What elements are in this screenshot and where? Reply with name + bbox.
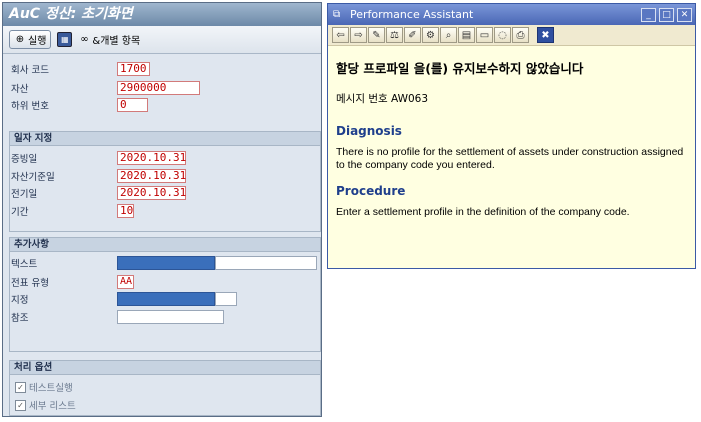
grid-icon[interactable]: ▦ [57, 32, 73, 47]
text-label: 텍스트 [11, 259, 38, 270]
tag-icon[interactable]: ▭ [476, 27, 493, 43]
assignment-row: 지정 [11, 291, 237, 307]
asset-value-date-input[interactable]: 2020.10.31 [117, 169, 186, 183]
asset-row: 자산 2900000 [11, 80, 200, 96]
execute-button[interactable]: ⊕ 실행 [9, 30, 52, 49]
procedure-text: Enter a settlement profile in the defini… [336, 206, 630, 218]
diagnosis-text: There is no profile for the settlement o… [336, 146, 684, 171]
period-input[interactable]: 10 [117, 204, 134, 218]
reference-input[interactable] [117, 310, 224, 324]
pa-title: Performance Assistant [350, 8, 474, 21]
eraser-icon[interactable]: ✎ [368, 27, 385, 43]
assignment-input-rest[interactable] [215, 292, 237, 306]
text-input-filled[interactable] [117, 256, 215, 270]
detail-list-option[interactable]: ✓ 세부 리스트 [15, 398, 76, 412]
processing-group-header: 처리 옵션 [10, 361, 320, 375]
close-window-button[interactable]: ✕ [677, 7, 692, 22]
individual-items-label: &개별 항목 [92, 36, 141, 47]
doc-type-input[interactable]: AA [117, 275, 134, 289]
pa-body: 할당 프로파일 을(를) 유지보수하지 않았습니다 메시지 번호 AW063 D… [328, 58, 695, 219]
detail-list-checkbox[interactable]: ✓ [15, 399, 26, 411]
procedure-title: Procedure [336, 184, 406, 198]
sap-window: AuC 정산: 초기화면 ⊕ 실행 ▦ ∞ &개별 항목 회사 코드 1700 … [2, 2, 322, 417]
minimize-button[interactable]: _ [641, 7, 656, 22]
window-title: AuC 정산: 초기화면 [3, 3, 321, 26]
doc-type-label: 전표 유형 [11, 278, 49, 289]
test-run-option[interactable]: ✓ 테스트실행 [15, 380, 73, 394]
posting-date-label: 전기일 [11, 189, 38, 200]
pa-toolbar: ⇦ ⇨ ✎ ⚖ ✐ ⚙ ⌕ ▤ ▭ ◌ ⎙ ✖ [328, 25, 695, 46]
message-heading: 할당 프로파일 을(를) 유지보수하지 않았습니다 [336, 61, 584, 76]
period-label: 기간 [11, 207, 29, 218]
detail-list-label: 세부 리스트 [29, 401, 76, 412]
maximize-button[interactable]: □ [659, 7, 674, 22]
pa-title-bar: ⧉ Performance Assistant _ □ ✕ [328, 4, 695, 25]
asset-value-date-label: 자산기준일 [11, 172, 55, 183]
hierarchy-icon[interactable]: ⚖ [386, 27, 403, 43]
test-run-label: 테스트실행 [29, 383, 73, 394]
print-icon[interactable]: ⎙ [512, 27, 529, 43]
individual-items-button[interactable]: ∞ &개별 항목 [78, 32, 141, 48]
document-date-label: 증빙일 [11, 154, 38, 165]
help-window-icon: ⧉ [333, 8, 341, 20]
additional-group-header: 추가사항 [10, 238, 320, 252]
company-code-label: 회사 코드 [11, 65, 49, 76]
message-number: 메시지 번호 AW063 [336, 93, 429, 105]
book-icon[interactable]: ▤ [458, 27, 475, 43]
bulb-icon[interactable]: ◌ [494, 27, 511, 43]
assignment-input-filled[interactable] [117, 292, 215, 306]
back-arrow-icon[interactable]: ⇦ [332, 27, 349, 43]
search-people-icon[interactable]: ⌕ [440, 27, 457, 43]
asset-label: 자산 [11, 84, 29, 95]
execute-label: 실행 [28, 36, 47, 47]
document-date-input[interactable]: 2020.10.31 [117, 151, 186, 165]
assignment-label: 지정 [11, 295, 29, 306]
diagnosis-title: Diagnosis [336, 124, 402, 138]
document-date-row: 증빙일 2020.10.31 [11, 150, 186, 166]
test-run-checkbox[interactable]: ✓ [15, 381, 26, 393]
asset-input[interactable]: 2900000 [117, 81, 200, 95]
asset-value-date-row: 자산기준일 2020.10.31 [11, 168, 186, 184]
period-row: 기간 10 [11, 203, 134, 219]
performance-assistant-window: ⧉ Performance Assistant _ □ ✕ ⇦ ⇨ ✎ ⚖ ✐ … [327, 3, 696, 269]
reference-label: 참조 [11, 313, 29, 324]
close-icon[interactable]: ✖ [537, 27, 554, 43]
sub-number-input[interactable]: 0 [117, 98, 148, 112]
text-input-rest[interactable] [215, 256, 317, 270]
posting-date-row: 전기일 2020.10.31 [11, 185, 186, 201]
application-toolbar: ⊕ 실행 ▦ ∞ &개별 항목 [3, 26, 321, 54]
glasses-icon: ∞ [80, 33, 89, 45]
execute-clock-icon: ⊕ [15, 33, 25, 45]
date-group-header: 일자 지정 [10, 132, 320, 146]
posting-date-input[interactable]: 2020.10.31 [117, 186, 186, 200]
sub-number-label: 하위 번호 [11, 101, 49, 112]
company-code-input[interactable]: 1700 [117, 62, 150, 76]
text-row: 텍스트 [11, 255, 317, 271]
doc-type-row: 전표 유형 AA [11, 274, 134, 290]
company-code-row: 회사 코드 1700 [11, 61, 150, 77]
technical-info-icon[interactable]: ⚙ [422, 27, 439, 43]
reference-row: 참조 [11, 309, 224, 325]
sub-number-row: 하위 번호 0 [11, 97, 148, 113]
forward-arrow-icon[interactable]: ⇨ [350, 27, 367, 43]
edit-note-icon[interactable]: ✐ [404, 27, 421, 43]
